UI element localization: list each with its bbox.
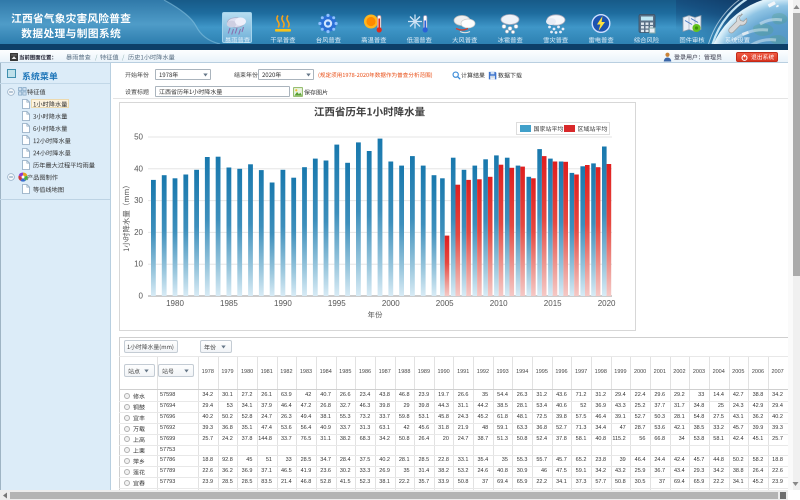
svg-text:50: 50 [134, 133, 143, 142]
svg-text:40: 40 [134, 164, 143, 173]
svg-text:1990: 1990 [274, 299, 292, 308]
svg-text:1980: 1980 [166, 299, 184, 308]
svg-text:1985: 1985 [220, 299, 238, 308]
svg-text:2000: 2000 [382, 299, 400, 308]
svg-text:2010: 2010 [490, 299, 508, 308]
svg-text:10: 10 [134, 260, 143, 269]
svg-text:20: 20 [134, 228, 143, 237]
svg-text:2005: 2005 [436, 299, 454, 308]
svg-text:0: 0 [139, 292, 144, 301]
svg-text:2015: 2015 [544, 299, 562, 308]
svg-text:2020: 2020 [598, 299, 616, 308]
svg-text:30: 30 [134, 196, 143, 205]
svg-text:1995: 1995 [328, 299, 346, 308]
